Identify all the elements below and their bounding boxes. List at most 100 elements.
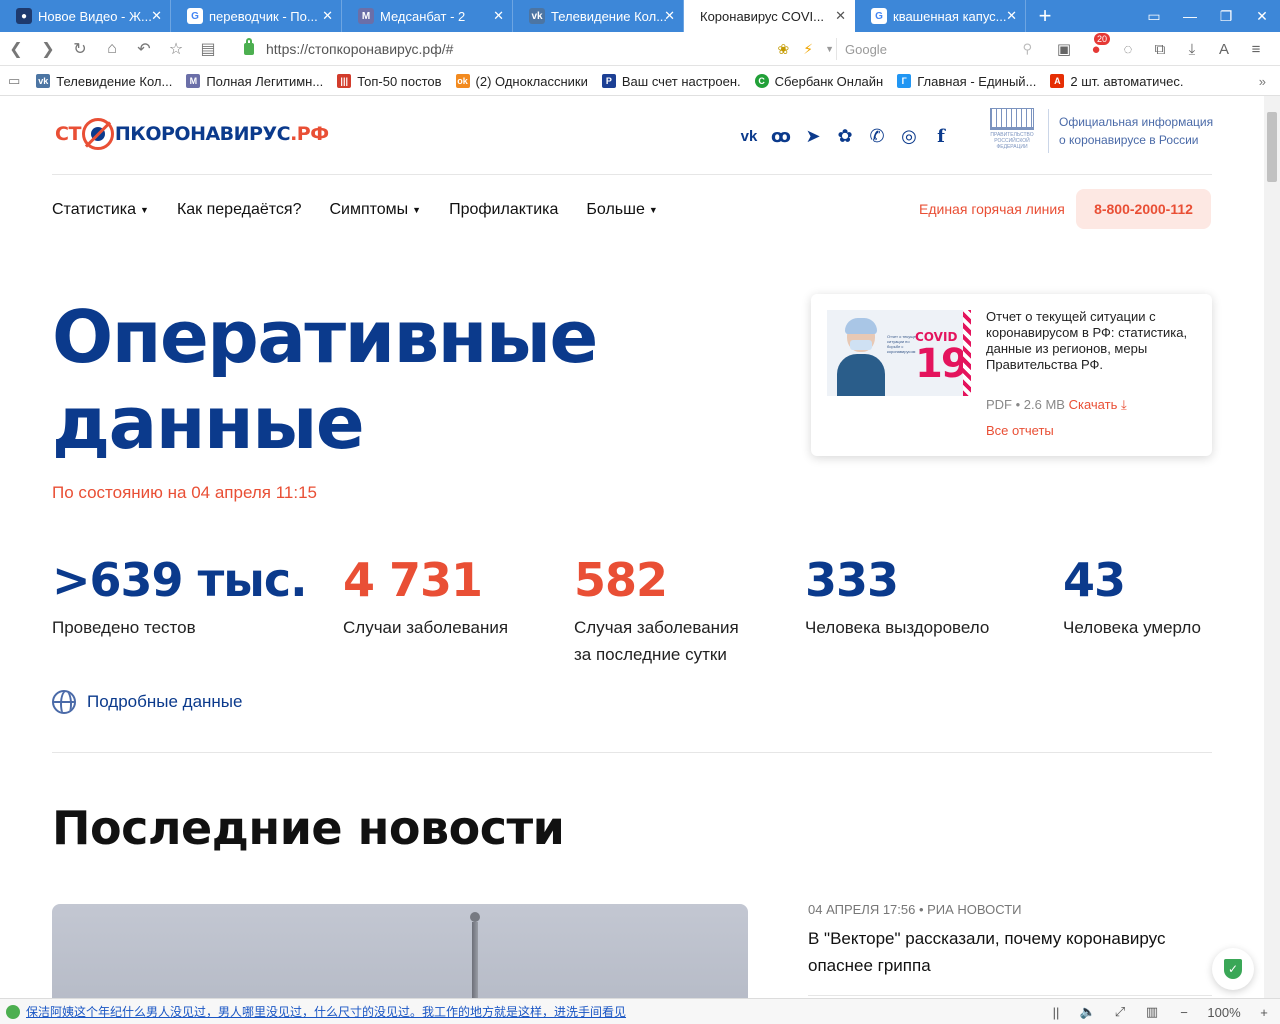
detailed-data-link[interactable]: Подробные данные bbox=[52, 690, 242, 714]
close-tab-icon[interactable]: ✕ bbox=[1006, 8, 1017, 24]
restore-button[interactable]: ❐ bbox=[1208, 0, 1244, 32]
bookmark-item[interactable]: A 2 шт. автоматичес. bbox=[1050, 74, 1184, 89]
chevron-down-icon[interactable]: ▼ bbox=[825, 44, 834, 54]
forward-button[interactable]: ❯ bbox=[32, 32, 64, 66]
bookmark-item[interactable]: ok (2) Одноклассники bbox=[455, 74, 588, 89]
menu-item-statistics[interactable]: Статистика ▼ bbox=[52, 201, 149, 219]
bookmark-item[interactable]: vk Телевидение Кол... bbox=[36, 74, 172, 89]
chart-icon: ||| bbox=[337, 74, 352, 88]
menu-item-more[interactable]: Больше ▼ bbox=[586, 201, 657, 219]
bookmark-star-icon[interactable]: ☆ bbox=[160, 32, 192, 66]
briefcase-icon[interactable]: ▣ bbox=[1048, 40, 1080, 58]
vk-icon[interactable]: vk bbox=[733, 124, 765, 148]
odnoklassniki-icon[interactable]: ꝏ bbox=[765, 124, 797, 148]
divider bbox=[52, 174, 1212, 175]
logo-text-part2: ПКОРОНАВИРУС bbox=[114, 123, 291, 145]
report-thumbnail[interactable]: Отчет о текущей ситуации по борьбе с кор… bbox=[827, 310, 971, 396]
search-input[interactable]: Google ⚲ bbox=[836, 38, 1032, 60]
caret-down-icon: ▼ bbox=[648, 204, 658, 215]
stat-label-line: Человека умерло bbox=[1063, 618, 1201, 637]
new-tab-button[interactable]: + bbox=[1030, 0, 1060, 32]
close-tab-icon[interactable]: ✕ bbox=[151, 8, 162, 24]
icq-icon[interactable]: ✿ bbox=[829, 124, 861, 148]
report-description: Отчет о текущей ситуации с коронавирусом… bbox=[986, 309, 1188, 372]
close-window-button[interactable]: ✕ bbox=[1244, 0, 1280, 32]
report-card: Отчет о текущей ситуации по борьбе с кор… bbox=[811, 294, 1212, 456]
menu-item-symptoms[interactable]: Симптомы ▼ bbox=[329, 201, 421, 219]
bookmark-item[interactable]: С Сбербанк Онлайн bbox=[754, 74, 883, 89]
zoom-level[interactable]: 100% bbox=[1200, 1005, 1248, 1020]
browser-tab[interactable]: M Медсанбат - 2 ✕ bbox=[342, 0, 513, 32]
vertical-scrollbar[interactable] bbox=[1264, 96, 1280, 998]
hotline-phone-button[interactable]: 8-800-2000-112 bbox=[1076, 189, 1211, 229]
scrollbar-thumb[interactable] bbox=[1267, 112, 1277, 182]
all-reports-link[interactable]: Все отчеты bbox=[986, 423, 1054, 438]
bookmark-item[interactable]: ||| Топ-50 постов bbox=[337, 73, 442, 89]
search-icon[interactable]: ⚲ bbox=[1022, 41, 1032, 57]
volume-icon[interactable]: 🔈 bbox=[1072, 1004, 1104, 1020]
bookmark-item[interactable]: P Ваш счет настроен. bbox=[601, 74, 741, 89]
download-icon[interactable]: ⤓ bbox=[1176, 41, 1208, 58]
browser-tab[interactable]: vk Телевидение Кол... ✕ bbox=[513, 0, 684, 32]
telegram-icon[interactable]: ➤ bbox=[797, 124, 829, 148]
vk-icon: vk bbox=[36, 74, 51, 88]
zoom-out-button[interactable]: − bbox=[1168, 1005, 1200, 1020]
bookmark-item[interactable]: M Полная Легитимн... bbox=[186, 74, 323, 89]
page-title: Оперативные данные bbox=[52, 294, 598, 466]
menu-item-label: Профилактика bbox=[449, 201, 559, 218]
facebook-icon[interactable]: f bbox=[925, 124, 957, 148]
lightning-icon[interactable]: ⚡ bbox=[803, 41, 813, 58]
bookmarks-toggle-icon[interactable]: ▭ bbox=[8, 73, 20, 89]
address-bar[interactable]: https://стопкоронавирус.рф/# ❀ ⚡ ▼ bbox=[244, 38, 834, 60]
close-tab-icon[interactable]: ✕ bbox=[493, 8, 504, 24]
adblock-badge: 20 bbox=[1093, 32, 1110, 45]
download-link[interactable]: Скачать ⤓ bbox=[1069, 397, 1127, 412]
navigation-bar: ❮ ❯ ↻ ⌂ ↶ ☆ ▤ https://стопкоронавирус.рф… bbox=[0, 32, 1280, 66]
sidebar-toggle-icon[interactable]: ▭ bbox=[1136, 0, 1172, 32]
instagram-icon[interactable]: ◎ bbox=[893, 124, 925, 148]
tab-title: квашенная капус... bbox=[893, 8, 1007, 24]
bookmark-item[interactable]: Г Главная - Единый... bbox=[897, 74, 1036, 89]
security-shield-button[interactable]: ✓ bbox=[1212, 948, 1254, 990]
bookmark-label: Топ-50 постов bbox=[357, 73, 442, 89]
browser-tab[interactable]: ● Новое Видео - Ж... ✕ bbox=[0, 0, 171, 32]
browser-tab[interactable]: G квашенная капус... ✕ bbox=[855, 0, 1026, 32]
translate-icon[interactable]: A bbox=[1208, 41, 1240, 58]
search-placeholder: Google bbox=[845, 41, 887, 57]
stat-label-line: Случая заболевания bbox=[574, 618, 739, 637]
divider bbox=[1048, 109, 1049, 153]
extension-icon[interactable]: ❀ bbox=[778, 41, 790, 58]
screenshot-icon[interactable]: ⧉ bbox=[1144, 41, 1176, 58]
fullscreen-icon[interactable]: ⤢ bbox=[1104, 1004, 1136, 1020]
browser-tab-active[interactable]: Коронавирус COVI... ✕ bbox=[684, 0, 855, 32]
reload-button[interactable]: ↻ bbox=[64, 32, 96, 66]
news-headline-link[interactable]: В "Векторе" рассказали, почему коронавир… bbox=[808, 925, 1208, 979]
adblock-icon[interactable]: ● 20 bbox=[1080, 32, 1112, 58]
government-badge[interactable]: ПРАВИТЕЛЬСТВО РОССИЙСКОЙ ФЕДЕРАЦИИ Офици… bbox=[986, 108, 1213, 154]
menu-item-transmission[interactable]: Как передаётся? bbox=[177, 201, 302, 219]
undo-close-button[interactable]: ↶ bbox=[128, 32, 160, 66]
tab-title: Телевидение Кол... bbox=[551, 8, 668, 24]
viber-icon[interactable]: ✆ bbox=[861, 124, 893, 148]
stat-label-line: Человека выздоровело bbox=[805, 618, 990, 637]
status-news-link[interactable]: 保洁阿姨这个年纪什么男人没见过，男人哪里没见过，什么尺寸的没见过。我工作的地方就… bbox=[26, 1003, 626, 1020]
chat-icon[interactable]: ◌ bbox=[1112, 41, 1144, 58]
menu-icon[interactable]: ≡ bbox=[1240, 41, 1272, 58]
browser-tab[interactable]: G переводчик - По... ✕ bbox=[171, 0, 342, 32]
news-image[interactable] bbox=[52, 904, 748, 998]
zoom-in-button[interactable]: + bbox=[1248, 1005, 1280, 1020]
bookmark-label: Телевидение Кол... bbox=[56, 73, 173, 89]
close-tab-icon[interactable]: ✕ bbox=[664, 8, 675, 24]
virus-icon bbox=[81, 118, 114, 150]
minimize-button[interactable]: — bbox=[1172, 0, 1208, 32]
bookmarks-overflow-icon[interactable]: » bbox=[1259, 74, 1266, 89]
home-button[interactable]: ⌂ bbox=[96, 32, 128, 66]
layout-icon[interactable]: ▥ bbox=[1136, 1004, 1168, 1020]
close-tab-icon[interactable]: ✕ bbox=[835, 8, 846, 24]
reader-icon[interactable]: ▤ bbox=[192, 32, 224, 66]
site-logo[interactable]: СТ ПКОРОНАВИРУС .РФ bbox=[55, 118, 329, 150]
close-tab-icon[interactable]: ✕ bbox=[322, 8, 333, 24]
back-button[interactable]: ❮ bbox=[0, 32, 32, 66]
menu-item-prevention[interactable]: Профилактика bbox=[449, 201, 558, 219]
vk-icon: vk bbox=[529, 8, 545, 24]
